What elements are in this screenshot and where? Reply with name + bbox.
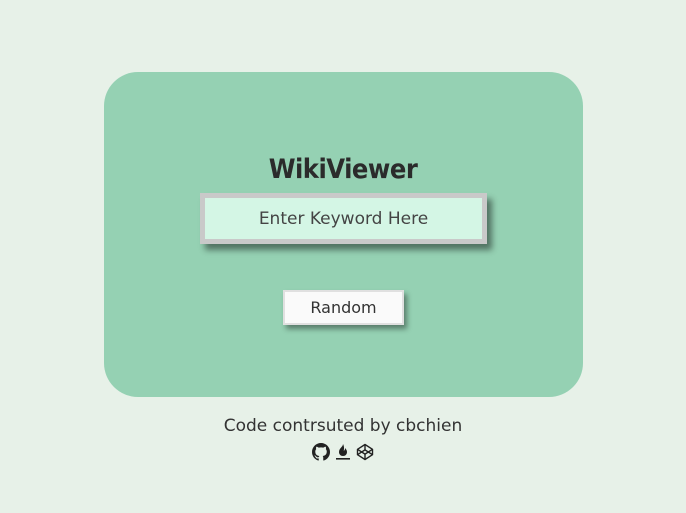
codepen-icon[interactable] — [356, 443, 374, 461]
search-input[interactable] — [205, 198, 482, 239]
footer-credit: Code contrsuted by cbchien — [223, 416, 463, 436]
page-title: WikiViewer — [268, 154, 418, 185]
github-icon[interactable] — [312, 443, 330, 461]
footer-icons — [312, 441, 374, 463]
random-button[interactable]: Random — [283, 290, 404, 325]
freecodecamp-icon[interactable] — [334, 443, 352, 461]
search-box — [200, 193, 487, 244]
